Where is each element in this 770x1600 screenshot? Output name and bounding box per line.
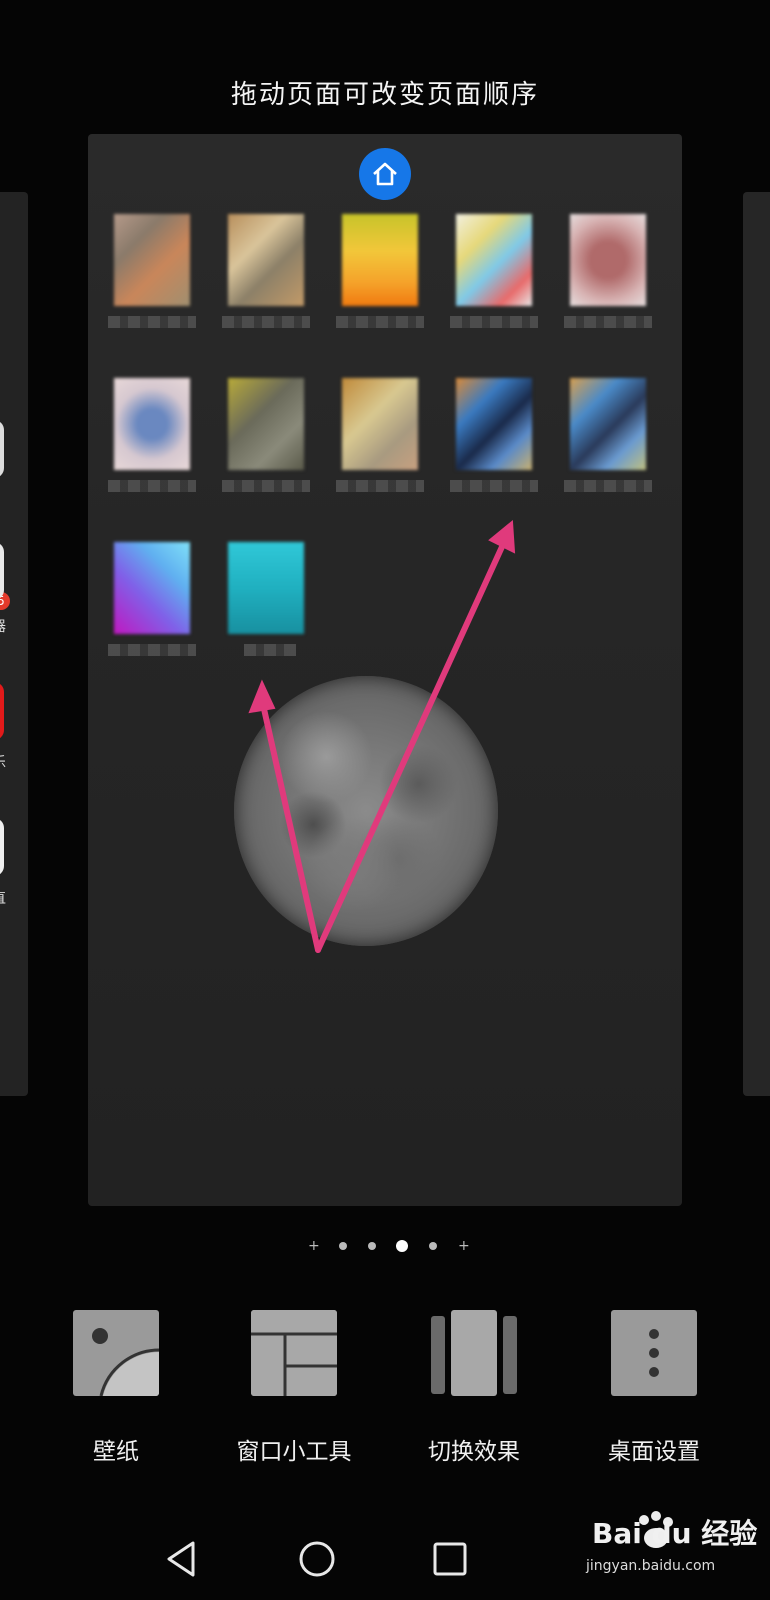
blurred-app-icon[interactable] — [556, 378, 652, 498]
home-circle-icon — [299, 1541, 335, 1577]
edit-toolbar: 壁纸 窗口小工具 切换效果 桌面设置 — [0, 1310, 770, 1470]
widgets-icon — [251, 1310, 337, 1396]
page-dot[interactable] — [429, 1242, 438, 1250]
blurred-app-icon[interactable] — [442, 214, 538, 334]
app-icon — [0, 420, 4, 478]
blurred-app-icon[interactable] — [214, 378, 310, 498]
transition-effect-icon — [431, 1310, 517, 1396]
page-dot[interactable] — [367, 1242, 376, 1250]
blurred-app-icon[interactable] — [100, 378, 196, 498]
blurred-app-icon[interactable] — [214, 214, 310, 334]
home-page-preview[interactable] — [88, 134, 682, 1206]
wallpaper-label: 壁纸 — [93, 1439, 139, 1465]
app-icon — [0, 682, 4, 740]
blurred-app-icon[interactable] — [100, 542, 196, 662]
blurred-app-icon[interactable] — [442, 378, 538, 498]
app-icon — [0, 818, 4, 876]
add-page-indicator[interactable]: + — [308, 1239, 320, 1253]
wallpaper-button[interactable]: 壁纸 — [36, 1310, 196, 1466]
home-icon — [373, 162, 397, 186]
recents-square-icon — [433, 1542, 467, 1576]
back-button[interactable] — [157, 1535, 207, 1585]
back-triangle-icon — [167, 1541, 195, 1577]
blurred-app-icon[interactable] — [328, 214, 424, 334]
app-label: 乐 — [0, 752, 6, 772]
watermark-brand: Bai du 经验 — [592, 1517, 758, 1550]
desktop-settings-button[interactable]: 桌面设置 — [574, 1310, 734, 1466]
widgets-button[interactable]: 窗口小工具 — [214, 1310, 374, 1466]
current-page-dot[interactable] — [396, 1240, 409, 1252]
blurred-app-icon[interactable] — [328, 378, 424, 498]
set-default-home-button[interactable] — [359, 148, 411, 200]
watermark-url: jingyan.baidu.com — [586, 1558, 716, 1574]
blurred-app-icon[interactable] — [214, 542, 304, 662]
app-label: 直 — [0, 888, 6, 908]
recents-button[interactable] — [425, 1535, 475, 1585]
drag-hint-text: 拖动页面可改变页面顺序 — [230, 80, 539, 110]
next-home-page[interactable] — [743, 192, 770, 1096]
blurred-app-icon[interactable] — [556, 214, 652, 334]
widgets-label: 窗口小工具 — [236, 1439, 352, 1465]
baidu-jingyan-watermark: Bai du 经验 jingyan.baidu.com — [570, 1510, 760, 1580]
app-label: 器 — [0, 616, 6, 636]
previous-home-page[interactable]: 5 器 乐 直 — [0, 192, 28, 1096]
home-button[interactable] — [292, 1535, 342, 1585]
moon-wallpaper-image — [234, 676, 498, 946]
page-indicator: + + — [308, 1236, 470, 1256]
blurred-app-icon[interactable] — [100, 214, 196, 334]
wallpaper-icon — [73, 1310, 159, 1396]
add-page-indicator[interactable]: + — [458, 1239, 470, 1253]
app-icon — [0, 542, 4, 600]
desktop-settings-label: 桌面设置 — [608, 1439, 700, 1465]
transition-effect-label: 切换效果 — [428, 1439, 520, 1465]
transition-effect-button[interactable]: 切换效果 — [394, 1310, 554, 1466]
page-dot[interactable] — [338, 1242, 347, 1250]
more-options-icon — [611, 1310, 697, 1396]
